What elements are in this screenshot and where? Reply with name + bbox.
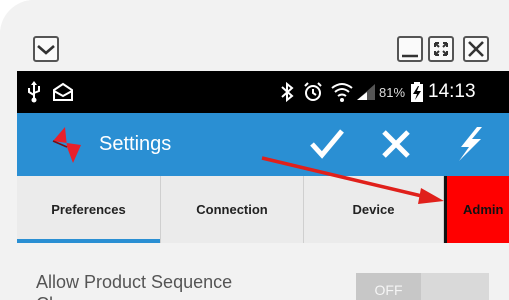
envelope-icon (52, 71, 74, 113)
settings-content: Allow Product Sequence Ch OFF (17, 243, 509, 300)
status-bar: 81% 14:13 (17, 71, 509, 113)
signal-icon (355, 71, 377, 113)
battery-charging-icon (410, 71, 424, 113)
wifi-icon (330, 71, 354, 113)
allow-product-sequence-toggle[interactable]: OFF (356, 273, 489, 300)
bluetooth-icon (279, 71, 295, 113)
minimize-button[interactable] (397, 36, 423, 62)
tab-label: Preferences (51, 202, 126, 217)
close-window-button[interactable] (463, 36, 489, 62)
allow-product-sequence-label: Allow Product Sequence Ch (36, 272, 233, 300)
close-icon[interactable] (380, 128, 412, 165)
app-window: 81% 14:13 Settings Preferences Connectio… (0, 0, 509, 300)
app-logo-icon[interactable] (47, 125, 91, 170)
chevron-down-icon (37, 45, 55, 55)
clock-time: 14:13 (428, 81, 476, 102)
tab-label: Connection (196, 202, 268, 217)
tab-preferences[interactable]: Preferences (17, 176, 161, 243)
tab-device[interactable]: Device (304, 176, 444, 243)
minimize-icon (397, 36, 423, 62)
tab-connection[interactable]: Connection (161, 176, 304, 243)
fullscreen-icon (434, 42, 448, 56)
usb-icon (26, 71, 42, 113)
page-title: Settings (99, 133, 172, 155)
window-chrome (0, 0, 509, 71)
settings-tabs: Preferences Connection Device Admin (17, 176, 509, 243)
tab-admin[interactable]: Admin (444, 176, 509, 243)
tab-label: Admin (463, 202, 504, 217)
action-bar: Settings (17, 113, 509, 176)
alarm-icon (302, 71, 324, 113)
tab-label: Device (352, 202, 395, 217)
fullscreen-button[interactable] (428, 36, 454, 62)
lightning-icon[interactable] (455, 125, 485, 168)
toggle-state: OFF (356, 273, 421, 300)
collapse-button[interactable] (33, 36, 59, 62)
close-icon (468, 41, 484, 57)
battery-percent: 81% (379, 84, 406, 100)
check-icon[interactable] (309, 127, 345, 166)
